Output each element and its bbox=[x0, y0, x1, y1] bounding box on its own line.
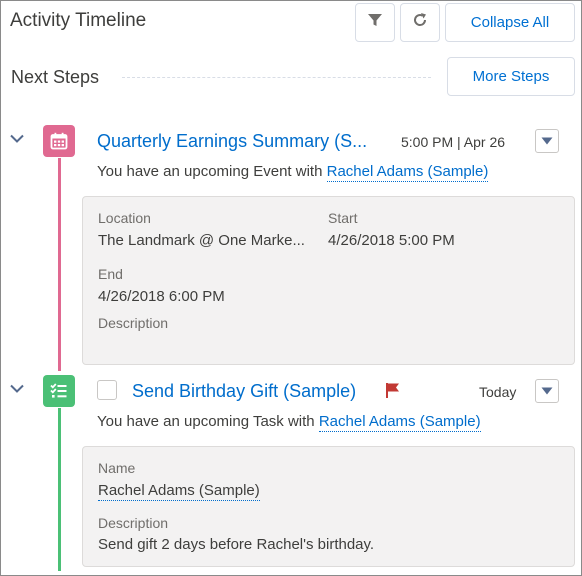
location-label: Location bbox=[98, 210, 151, 226]
event-title-link[interactable]: Quarterly Earnings Summary (S... bbox=[97, 131, 367, 152]
caret-down-icon bbox=[541, 387, 553, 395]
description-label: Description bbox=[98, 315, 169, 331]
end-value: 4/26/2018 6:00 PM bbox=[98, 288, 225, 305]
event-time: 5:00 PM | Apr 26 bbox=[401, 134, 506, 150]
calendar-icon bbox=[50, 132, 68, 150]
timeline-line-event bbox=[58, 158, 61, 371]
name-value-text: Rachel Adams (Sample) bbox=[98, 482, 260, 501]
start-label: Start bbox=[328, 210, 358, 226]
timeline-line-task bbox=[58, 408, 61, 571]
start-value: 4/26/2018 5:00 PM bbox=[328, 232, 455, 249]
event-summary-text: You have an upcoming Event with bbox=[97, 163, 323, 180]
task-summary-text: You have an upcoming Task with bbox=[97, 413, 315, 430]
task-complete-checkbox[interactable] bbox=[97, 380, 117, 400]
collapse-all-button[interactable]: Collapse All bbox=[445, 3, 575, 42]
event-contact-link[interactable]: Rachel Adams (Sample) bbox=[326, 163, 489, 182]
event-actions-dropdown[interactable] bbox=[535, 129, 559, 153]
task-due: Today bbox=[479, 384, 517, 400]
end-label: End bbox=[98, 266, 123, 282]
task-title-link[interactable]: Send Birthday Gift (Sample) bbox=[132, 381, 356, 402]
chevron-down-icon bbox=[10, 384, 24, 393]
caret-down-icon bbox=[541, 137, 553, 145]
task-icon-badge bbox=[43, 375, 75, 407]
event-icon-badge bbox=[43, 125, 75, 157]
chevron-down-icon bbox=[10, 134, 24, 143]
refresh-icon bbox=[412, 12, 428, 33]
task-icon bbox=[50, 383, 67, 398]
refresh-button[interactable] bbox=[400, 3, 440, 42]
location-value: The Landmark @ One Marke... bbox=[98, 232, 305, 249]
activity-timeline-panel: Activity Timeline Collapse All Next Step… bbox=[0, 0, 582, 576]
expand-chevron-event[interactable] bbox=[9, 132, 25, 146]
panel-title: Activity Timeline bbox=[10, 10, 147, 31]
task-description-value: Send gift 2 days before Rachel's birthda… bbox=[98, 536, 375, 553]
task-actions-dropdown[interactable] bbox=[535, 379, 559, 403]
more-steps-button[interactable]: More Steps bbox=[447, 57, 575, 96]
flag-icon bbox=[385, 382, 401, 403]
task-contact-link[interactable]: Rachel Adams (Sample) bbox=[318, 413, 481, 432]
task-summary: You have an upcoming Task with Rachel Ad… bbox=[97, 413, 481, 432]
name-value-link[interactable]: Rachel Adams (Sample) bbox=[98, 482, 260, 501]
task-details-panel: Name Rachel Adams (Sample) Description S… bbox=[82, 446, 575, 567]
next-steps-heading: Next Steps bbox=[11, 67, 100, 87]
expand-chevron-task[interactable] bbox=[9, 382, 25, 396]
event-details-panel: Location The Landmark @ One Marke... Sta… bbox=[82, 196, 575, 365]
section-divider bbox=[122, 77, 431, 78]
filter-icon bbox=[367, 12, 383, 33]
task-description-label: Description bbox=[98, 515, 169, 531]
filter-button[interactable] bbox=[355, 3, 395, 42]
event-summary: You have an upcoming Event with Rachel A… bbox=[97, 163, 489, 182]
name-label: Name bbox=[98, 460, 136, 476]
